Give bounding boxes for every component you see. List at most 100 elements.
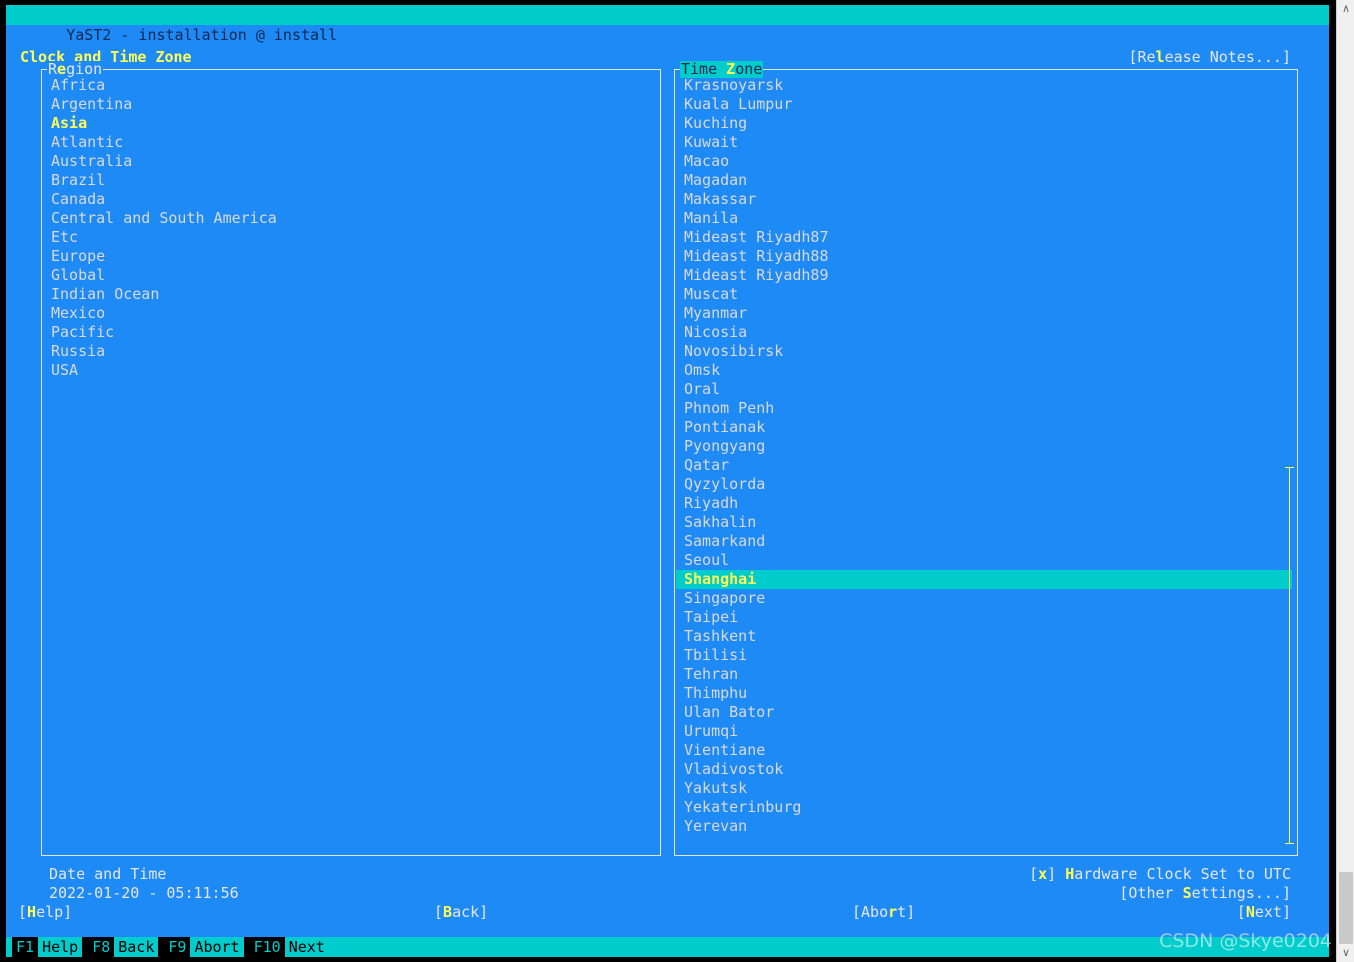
list-item[interactable]: Mideast Riyadh87 (676, 228, 1296, 247)
checkbox-check-mark: x (1038, 865, 1048, 883)
list-item[interactable]: Mexico (43, 304, 659, 323)
fkey-label-abort[interactable]: Abort (190, 937, 244, 957)
scroll-up-arrow-icon[interactable]: ∧ (1337, 0, 1354, 18)
list-item[interactable]: Vladivostok (676, 760, 1296, 779)
next-button[interactable]: [Next] (1237, 904, 1291, 921)
list-item[interactable]: Mideast Riyadh89 (676, 266, 1296, 285)
list-item[interactable]: Urumqi (676, 722, 1296, 741)
list-item[interactable]: Riyadh (676, 494, 1296, 513)
list-item[interactable]: Yakutsk (676, 779, 1296, 798)
release-notes-accel: l (1155, 48, 1165, 66)
terminal-screen: YaST2 - installation @ install Clock and… (0, 0, 1354, 962)
page-title: Clock and Time Zone (20, 48, 192, 66)
region-list[interactable]: Africa Argentina Asia Atlantic Australia Braz… (43, 76, 659, 854)
list-item[interactable]: Muscat (676, 285, 1296, 304)
help-suffix: elp] (36, 903, 73, 921)
list-item[interactable]: Ulan Bator (676, 703, 1296, 722)
list-item[interactable]: Phnom Penh (676, 399, 1296, 418)
list-item[interactable]: Singapore (676, 589, 1296, 608)
list-item[interactable]: Samarkand (676, 532, 1296, 551)
list-item[interactable]: Kuwait (676, 133, 1296, 152)
abort-button[interactable]: [Abort] (852, 904, 915, 921)
list-item[interactable]: Magadan (676, 171, 1296, 190)
list-item[interactable]: Pontianak (676, 418, 1296, 437)
release-notes-prefix: [Re (1128, 48, 1156, 66)
list-item[interactable]: Yekaterinburg (676, 798, 1296, 817)
list-item[interactable]: Africa (43, 76, 659, 95)
timezone-list-scrollbar[interactable] (1285, 467, 1294, 844)
checkbox-close-bracket: ] (1047, 865, 1066, 883)
fkey-label-next[interactable]: Next (284, 937, 329, 957)
other-settings-prefix: [Other (1119, 884, 1183, 902)
list-item[interactable]: Manila (676, 209, 1296, 228)
list-item[interactable]: Australia (43, 152, 659, 171)
list-item[interactable]: Vientiane (676, 741, 1296, 760)
browser-scrollbar[interactable]: ∧ ∨ (1336, 0, 1354, 962)
list-item[interactable]: Global (43, 266, 659, 285)
list-item[interactable]: Makassar (676, 190, 1296, 209)
list-item[interactable]: Tehran (676, 665, 1296, 684)
list-item[interactable]: Etc (43, 228, 659, 247)
scrollbar-thumb[interactable] (1289, 467, 1290, 844)
abort-prefix: [Abo (852, 903, 889, 921)
date-and-time-label: Date and Time (49, 865, 167, 883)
scroll-down-arrow-icon[interactable]: ∨ (1337, 944, 1354, 962)
list-item[interactable]: Indian Ocean (43, 285, 659, 304)
list-item[interactable]: Oral (676, 380, 1296, 399)
release-notes-button[interactable]: [Release Notes...] (1128, 49, 1291, 66)
function-key-bar: F1 Help F8 Back F9 Abort F10 Next (6, 937, 1329, 957)
list-item[interactable]: Krasnoyarsk (676, 76, 1296, 95)
list-item[interactable]: Europe (43, 247, 659, 266)
scrollbar-thumb-bottom-cap (1285, 843, 1294, 844)
list-item[interactable]: Tbilisi (676, 646, 1296, 665)
list-item[interactable]: Omsk (676, 361, 1296, 380)
fkey-number-f1: F1 (12, 937, 39, 957)
help-button[interactable]: [Help] (18, 904, 72, 921)
list-item[interactable]: USA (43, 361, 659, 380)
list-item[interactable]: Thimphu (676, 684, 1296, 703)
list-item[interactable]: Pyongyang (676, 437, 1296, 456)
fkey-label-help[interactable]: Help (38, 937, 83, 957)
list-item[interactable]: Taipei (676, 608, 1296, 627)
other-settings-button[interactable]: [Other Settings...] (1119, 885, 1291, 902)
browser-scrollbar-thumb[interactable] (1339, 872, 1353, 944)
list-item[interactable]: Canada (43, 190, 659, 209)
list-item[interactable]: Russia (43, 342, 659, 361)
list-item[interactable]: Central and South America (43, 209, 659, 228)
abort-suffix: t] (897, 903, 916, 921)
back-button[interactable]: [Back] (434, 904, 488, 921)
list-item[interactable]: Yerevan (676, 817, 1296, 836)
list-item[interactable]: Shanghai (676, 570, 1292, 589)
list-item[interactable]: Atlantic (43, 133, 659, 152)
list-item[interactable]: Qyzylorda (676, 475, 1296, 494)
list-item[interactable]: Qatar (676, 456, 1296, 475)
checkbox-open-bracket: [ (1029, 865, 1039, 883)
list-item[interactable]: Myanmar (676, 304, 1296, 323)
back-accel: B (443, 903, 453, 921)
list-item[interactable]: Seoul (676, 551, 1296, 570)
list-item[interactable]: Kuala Lumpur (676, 95, 1296, 114)
fkey-label-back[interactable]: Back (114, 937, 159, 957)
yast-terminal: YaST2 - installation @ install Clock and… (6, 5, 1329, 957)
list-item[interactable]: Sakhalin (676, 513, 1296, 532)
fkey-number-f9: F9 (164, 937, 191, 957)
list-item[interactable]: Argentina (43, 95, 659, 114)
list-item[interactable]: Macao (676, 152, 1296, 171)
list-item[interactable]: Novosibirsk (676, 342, 1296, 361)
list-item[interactable]: Asia (43, 114, 659, 133)
list-item[interactable]: Tashkent (676, 627, 1296, 646)
list-item[interactable]: Nicosia (676, 323, 1296, 342)
list-item[interactable]: Mideast Riyadh88 (676, 247, 1296, 266)
hardware-clock-utc-checkbox[interactable]: [x] Hardware Clock Set to UTC (1029, 866, 1291, 883)
fkey-number-f8: F8 (88, 937, 115, 957)
list-item[interactable]: Pacific (43, 323, 659, 342)
timezone-list[interactable]: Krasnoyarsk Kuala Lumpur Kuching Kuwait Maca… (676, 76, 1296, 854)
list-item[interactable]: Brazil (43, 171, 659, 190)
region-frame: Region Africa Argentina Asia Atlantic Austra… (41, 61, 661, 856)
other-settings-accel: S (1182, 884, 1192, 902)
hardware-clock-accel: H (1065, 865, 1075, 883)
help-prefix: [ (18, 903, 28, 921)
release-notes-suffix: ease Notes...] (1164, 48, 1291, 66)
fkey-bar-filler (328, 937, 1329, 957)
list-item[interactable]: Kuching (676, 114, 1296, 133)
